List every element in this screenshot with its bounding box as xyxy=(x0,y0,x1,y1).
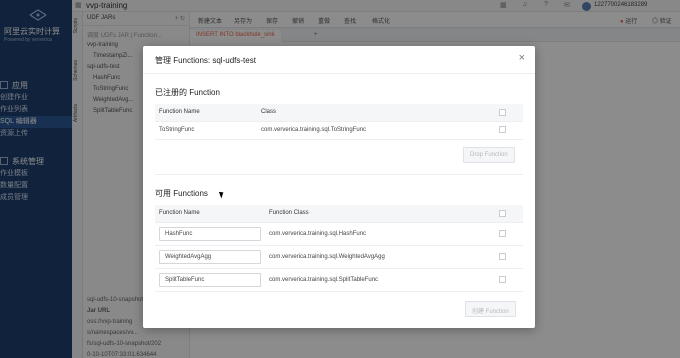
function-class-cell: com.ververica.training.sql.ToStringFunc xyxy=(257,121,495,140)
function-name-cell: WeightedAvgAgg xyxy=(155,245,265,269)
table-row: ToStringFunc com.ververica.training.sql.… xyxy=(155,121,523,140)
function-name-cell: SplitTableFunc xyxy=(155,268,265,292)
manage-functions-dialog: 管理 Functions: sql-udfs-test × 已注册的 Funct… xyxy=(143,46,535,328)
drop-function-button[interactable]: Drop Function xyxy=(463,147,515,163)
available-functions-table: Function Name Function Class HashFunc co… xyxy=(155,205,523,292)
table-row: SplitTableFunc com.ververica.training.sq… xyxy=(155,268,523,292)
function-class-cell: com.ververica.training.sql.HashFunc xyxy=(265,222,495,246)
row-checkbox[interactable] xyxy=(499,275,506,283)
table-row: HashFunc com.ververica.training.sql.Hash… xyxy=(155,222,523,246)
mouse-cursor-icon xyxy=(218,190,226,199)
column-header-class: Class xyxy=(257,104,495,122)
row-select-cell xyxy=(495,222,523,246)
function-class-cell: com.ververica.training.sql.SplitTableFun… xyxy=(265,268,495,292)
column-header-function-name: Function Name xyxy=(155,104,257,122)
function-class-cell: com.ververica.training.sql.WeightedAvgAg… xyxy=(265,245,495,269)
select-all-checkbox[interactable] xyxy=(499,209,506,217)
row-checkbox[interactable] xyxy=(499,126,506,134)
function-name-input[interactable]: SplitTableFunc xyxy=(159,272,261,287)
column-header-function-name: Function Name xyxy=(155,205,265,223)
table-row: WeightedAvgAgg com.ververica.training.sq… xyxy=(155,245,523,269)
select-all-checkbox[interactable] xyxy=(499,108,506,116)
function-name-cell: HashFunc xyxy=(155,222,265,246)
row-checkbox[interactable] xyxy=(499,229,506,237)
function-name-input[interactable]: HashFunc xyxy=(159,226,261,241)
dialog-title: 管理 Functions: sql-udfs-test xyxy=(155,56,256,65)
function-name-cell: ToStringFunc xyxy=(155,121,257,140)
column-header-function-class: Function Class xyxy=(265,205,495,223)
select-all-cell xyxy=(495,205,523,223)
table-header-row: Function Name Class xyxy=(155,104,523,122)
table-header-row: Function Name Function Class xyxy=(155,205,523,223)
row-checkbox[interactable] xyxy=(499,252,506,260)
close-icon[interactable]: × xyxy=(519,53,525,64)
registered-functions-title: 已注册的 Function xyxy=(155,88,220,97)
row-select-cell xyxy=(495,245,523,269)
function-name-input[interactable]: WeightedAvgAgg xyxy=(159,249,261,264)
select-all-cell xyxy=(495,104,523,122)
dialog-header: 管理 Functions: sql-udfs-test xyxy=(143,46,535,74)
registered-functions-table: Function Name Class ToStringFunc com.ver… xyxy=(155,104,523,140)
section-divider xyxy=(155,174,523,175)
row-select-cell xyxy=(495,268,523,292)
available-functions-title: 可用 Functions xyxy=(155,189,208,198)
row-select-cell xyxy=(495,121,523,140)
create-function-button[interactable]: 创建 Function xyxy=(465,301,516,317)
